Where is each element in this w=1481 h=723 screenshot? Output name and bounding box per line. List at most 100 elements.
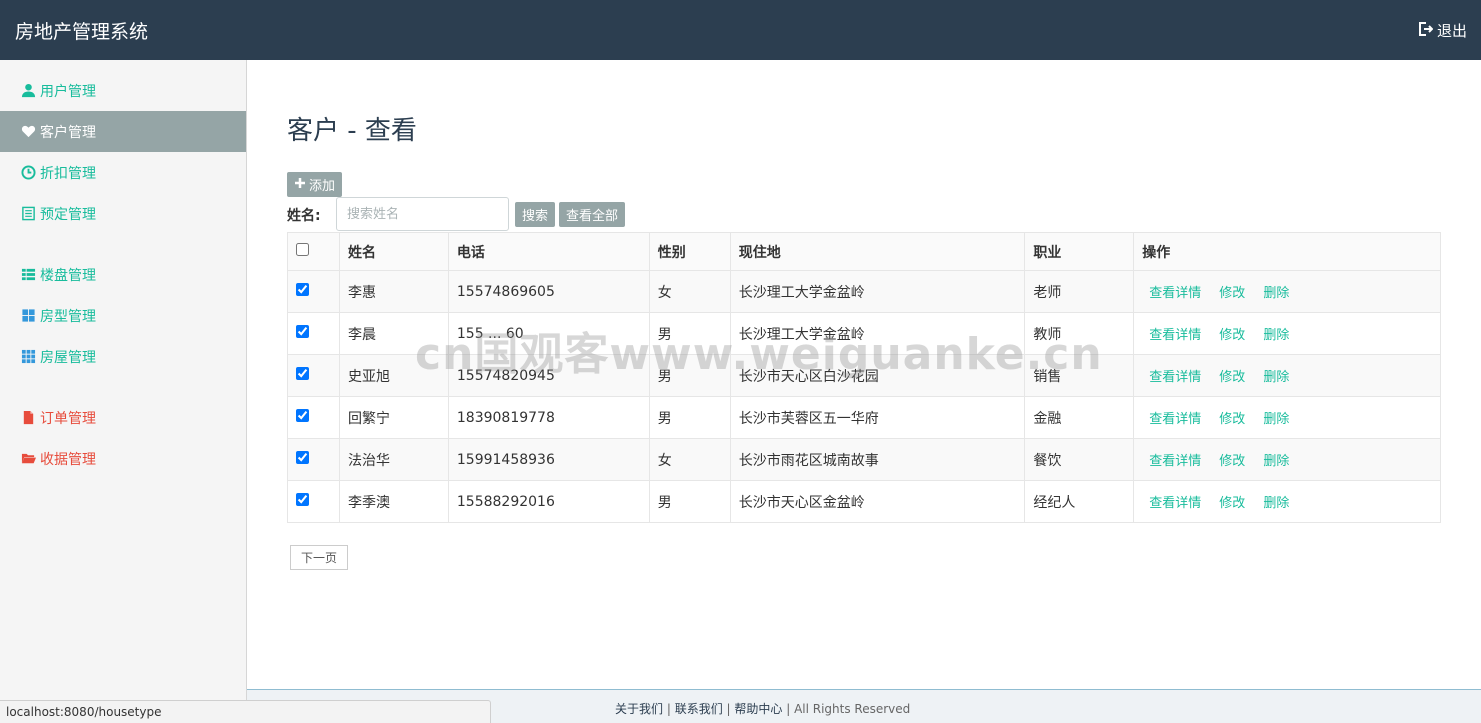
sidebar-item-users[interactable]: 用户管理 bbox=[0, 70, 246, 111]
logout-icon bbox=[1417, 21, 1434, 41]
cell-address: 长沙市雨花区城南故事 bbox=[729, 438, 1026, 481]
plus-icon bbox=[294, 177, 306, 192]
cell-address: 长沙市天心区白沙花园 bbox=[729, 354, 1026, 397]
sidebar-item-label: 订单管理 bbox=[40, 410, 96, 427]
column-header-phone: 电话 bbox=[447, 232, 650, 271]
next-page-button[interactable]: 下一页 bbox=[290, 545, 349, 570]
search-input[interactable] bbox=[336, 197, 509, 231]
delete-link[interactable]: 删除 bbox=[1263, 328, 1289, 343]
table-row: 史亚旭 15574820945 男 长沙市天心区白沙花园 销售 查看详情 修改 删除 bbox=[287, 354, 1441, 397]
sidebar-item-label: 用户管理 bbox=[40, 83, 96, 100]
top-navbar: 房地产管理系统 退出 bbox=[0, 0, 1481, 60]
view-detail-link[interactable]: 查看详情 bbox=[1149, 454, 1201, 469]
app-title[interactable]: 房地产管理系统 bbox=[15, 17, 148, 44]
cell-phone: 15574820945 bbox=[447, 354, 650, 397]
edit-link[interactable]: 修改 bbox=[1219, 370, 1245, 385]
sidebar-item-label: 折扣管理 bbox=[40, 165, 96, 182]
edit-link[interactable]: 修改 bbox=[1219, 328, 1245, 343]
row-checkbox[interactable] bbox=[296, 409, 309, 422]
view-all-button[interactable]: 查看全部 bbox=[559, 202, 626, 227]
footer-help-link[interactable]: 帮助中心 bbox=[734, 702, 782, 716]
logout-button[interactable]: 退出 bbox=[1417, 20, 1467, 41]
sidebar-item-buildings[interactable]: 楼盘管理 bbox=[0, 254, 246, 295]
table-row: 回繁宁 18390819778 男 长沙市芙蓉区五一华府 金融 查看详情 修改 删除 bbox=[287, 396, 1441, 439]
select-all-cell bbox=[287, 232, 340, 271]
sidebar-item-discounts[interactable]: 折扣管理 bbox=[0, 152, 246, 193]
edit-link[interactable]: 修改 bbox=[1219, 496, 1245, 511]
delete-link[interactable]: 删除 bbox=[1263, 370, 1289, 385]
sidebar-item-label: 客户管理 bbox=[40, 124, 96, 141]
sidebar-item-orders[interactable]: 订单管理 bbox=[0, 397, 246, 438]
th-large-icon bbox=[20, 308, 36, 324]
cell-job: 经纪人 bbox=[1024, 480, 1135, 523]
row-checkbox[interactable] bbox=[296, 325, 309, 338]
page-title: 客户 - 查看 bbox=[287, 116, 417, 146]
view-detail-link[interactable]: 查看详情 bbox=[1149, 328, 1201, 343]
table-row: 法治华 15991458936 女 长沙市雨花区城南故事 餐饮 查看详情 修改 删除 bbox=[287, 438, 1441, 481]
edit-link[interactable]: 修改 bbox=[1219, 412, 1245, 427]
add-customer-button[interactable]: 添加 bbox=[287, 172, 343, 197]
cell-job: 老师 bbox=[1024, 270, 1135, 313]
sidebar-item-receipts[interactable]: 收据管理 bbox=[0, 438, 246, 479]
heart-icon bbox=[20, 124, 36, 140]
sidebar-item-label: 房型管理 bbox=[40, 308, 96, 325]
sidebar-item-customers[interactable]: 客户管理 bbox=[0, 111, 246, 152]
delete-link[interactable]: 删除 bbox=[1263, 496, 1289, 511]
cell-gender: 男 bbox=[648, 480, 731, 523]
sidebar-item-label: 楼盘管理 bbox=[40, 267, 96, 284]
cell-job: 餐饮 bbox=[1024, 438, 1135, 481]
edit-link[interactable]: 修改 bbox=[1219, 454, 1245, 469]
column-header-job: 职业 bbox=[1024, 232, 1135, 271]
column-header-name: 姓名 bbox=[338, 232, 449, 271]
edit-link[interactable]: 修改 bbox=[1219, 286, 1245, 301]
cell-phone: 15574869605 bbox=[447, 270, 650, 313]
cell-address: 长沙理工大学金盆岭 bbox=[729, 312, 1026, 355]
cell-name: 李晨 bbox=[338, 312, 449, 355]
view-detail-link[interactable]: 查看详情 bbox=[1149, 496, 1201, 511]
cell-gender: 男 bbox=[648, 396, 731, 439]
th-icon bbox=[20, 349, 36, 365]
delete-link[interactable]: 删除 bbox=[1263, 454, 1289, 469]
sidebar-item-label: 预定管理 bbox=[40, 206, 96, 223]
view-detail-link[interactable]: 查看详情 bbox=[1149, 412, 1201, 427]
customer-table: 姓名 电话 性别 现住地 职业 操作 李惠 15574869605 女 长沙理工… bbox=[287, 232, 1441, 523]
table-row: 李季澳 15588292016 男 长沙市天心区金盆岭 经纪人 查看详情 修改 删除 bbox=[287, 480, 1441, 523]
file-icon bbox=[20, 410, 36, 426]
cell-name: 李季澳 bbox=[338, 480, 449, 523]
cell-actions: 查看详情 修改 删除 bbox=[1133, 354, 1441, 397]
cell-gender: 男 bbox=[648, 354, 731, 397]
sidebar-item-reservations[interactable]: 预定管理 bbox=[0, 193, 246, 234]
row-checkbox[interactable] bbox=[296, 451, 309, 464]
row-checkbox[interactable] bbox=[296, 493, 309, 506]
th-list-icon bbox=[20, 267, 36, 283]
cell-gender: 女 bbox=[648, 438, 731, 481]
cell-gender: 女 bbox=[648, 270, 731, 313]
row-checkbox[interactable] bbox=[296, 283, 309, 296]
table-row: 李晨 155 ... 60 男 长沙理工大学金盆岭 教师 查看详情 修改 删除 bbox=[287, 312, 1441, 355]
cell-address: 长沙理工大学金盆岭 bbox=[729, 270, 1026, 313]
column-header-actions: 操作 bbox=[1133, 232, 1441, 271]
view-detail-link[interactable]: 查看详情 bbox=[1149, 370, 1201, 385]
delete-link[interactable]: 删除 bbox=[1263, 412, 1289, 427]
search-button[interactable]: 搜索 bbox=[515, 202, 556, 227]
view-detail-link[interactable]: 查看详情 bbox=[1149, 286, 1201, 301]
main-content: 客户 - 查看 添加 姓名: 搜索 查看全部 姓名 电话 性别 现住地 职业 操… bbox=[247, 60, 1481, 689]
sidebar: 用户管理 客户管理 折扣管理 预定管理 楼盘管理 房型管理 房屋管理 订单管理 … bbox=[0, 60, 247, 723]
footer-contact-link[interactable]: 联系我们 bbox=[675, 702, 723, 716]
cell-address: 长沙市天心区金盆岭 bbox=[729, 480, 1026, 523]
cell-job: 销售 bbox=[1024, 354, 1135, 397]
logout-label: 退出 bbox=[1436, 22, 1467, 40]
select-all-checkbox[interactable] bbox=[296, 243, 309, 256]
sidebar-item-houses[interactable]: 房屋管理 bbox=[0, 336, 246, 377]
sidebar-item-house-types[interactable]: 房型管理 bbox=[0, 295, 246, 336]
cell-name: 史亚旭 bbox=[338, 354, 449, 397]
column-header-gender: 性别 bbox=[648, 232, 731, 271]
cell-phone: 15588292016 bbox=[447, 480, 650, 523]
footer-about-link[interactable]: 关于我们 bbox=[615, 702, 663, 716]
browser-status-bar: localhost:8080/housetype bbox=[0, 700, 491, 723]
row-checkbox[interactable] bbox=[296, 367, 309, 380]
cell-actions: 查看详情 修改 删除 bbox=[1133, 312, 1441, 355]
cell-name: 回繁宁 bbox=[338, 396, 449, 439]
footer-links: 关于我们 | 联系我们 | 帮助中心 | All Rights Reserved bbox=[615, 702, 911, 716]
delete-link[interactable]: 删除 bbox=[1263, 286, 1289, 301]
